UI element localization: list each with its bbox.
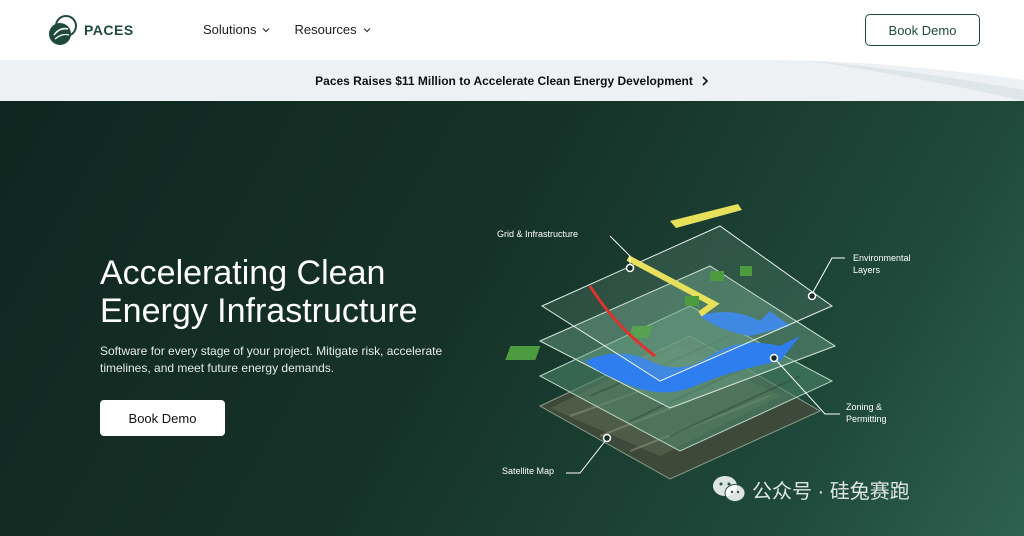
label-zoning-permitting: Zoning & Permitting	[846, 401, 887, 425]
label-text: Layers	[853, 265, 881, 275]
label-text: Zoning &	[846, 402, 883, 412]
label-text: Permitting	[846, 414, 887, 424]
label-grid-infrastructure: Grid & Infrastructure	[497, 228, 578, 240]
label-text: Environmental	[853, 253, 911, 263]
book-demo-nav-button[interactable]: Book Demo	[865, 14, 980, 46]
wechat-icon	[713, 476, 746, 502]
nav-item-label: Resources	[294, 22, 357, 37]
hero-subtitle: Software for every stage of your project…	[100, 344, 443, 375]
announcement-bar: Paces Raises $11 Million to Accelerate C…	[0, 60, 1024, 101]
logo-text: PACES	[84, 22, 134, 38]
announcement-text: Paces Raises $11 Million to Accelerate C…	[315, 73, 693, 88]
nav-item-label: Solutions	[203, 22, 257, 37]
wechat-watermark: 公众号 · 硅兔赛跑	[712, 474, 910, 504]
hero-section: Accelerating Clean Energy Infrastructure…	[0, 101, 1024, 536]
hero-title-line-2: Energy Infrastructure	[100, 292, 418, 330]
chevron-down-icon	[263, 27, 270, 32]
paces-logo-icon	[49, 15, 77, 45]
label-satellite-map: Satellite Map	[502, 465, 554, 477]
nav-item-solutions[interactable]: Solutions	[203, 22, 270, 37]
chevron-right-icon	[702, 75, 708, 86]
label-environmental-layers: Environmental Layers	[853, 252, 911, 276]
hero-title-line-1: Accelerating Clean	[100, 254, 386, 292]
layered-map-illustration	[505, 204, 845, 480]
watermark-text: 公众号 · 硅兔赛跑	[752, 480, 910, 503]
book-demo-hero-button[interactable]: Book Demo	[100, 400, 225, 436]
hero-title: Accelerating Clean Energy Infrastructure	[100, 254, 460, 330]
chevron-down-icon	[363, 27, 371, 32]
nav-item-resources[interactable]: Resources	[294, 22, 371, 37]
navbar: PACES Solutions Resources Book Demo	[0, 0, 1024, 60]
label-text: Satellite Map	[502, 466, 555, 476]
decorative-swoosh	[764, 60, 1024, 101]
label-text: Grid & Infrastructure	[497, 229, 579, 239]
nav-menu: Solutions Resources	[203, 22, 395, 37]
logo[interactable]: PACES	[46, 13, 134, 47]
announcement-link[interactable]: Paces Raises $11 Million to Accelerate C…	[315, 74, 709, 88]
